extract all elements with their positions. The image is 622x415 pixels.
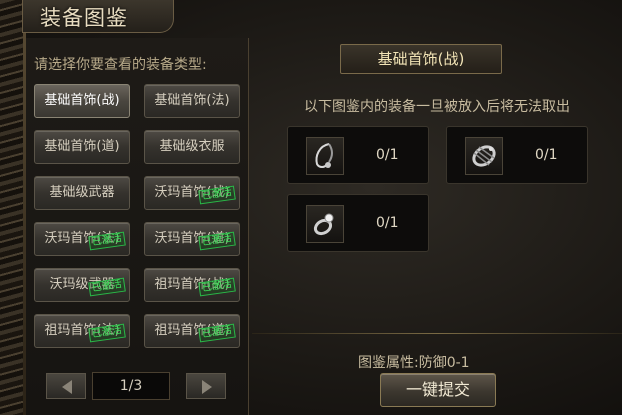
category-label: 基础首饰(法) bbox=[154, 93, 230, 108]
slot-count: 0/1 bbox=[376, 147, 399, 163]
equipment-slot[interactable]: 0/1 bbox=[287, 194, 429, 252]
submit-all-button[interactable]: 一键提交 bbox=[380, 373, 496, 407]
necklace-icon bbox=[306, 137, 344, 175]
category-button[interactable]: 祖玛首饰(战) 已激活 bbox=[144, 268, 240, 302]
codex-window: 装备图鉴 请选择你要查看的装备类型: 基础首饰(战) 基础首饰(法) 基础首饰(… bbox=[0, 0, 622, 415]
next-page-button[interactable] bbox=[186, 373, 226, 399]
divider bbox=[252, 333, 622, 334]
category-button[interactable]: 沃玛首饰(法) 已激活 bbox=[34, 222, 130, 256]
category-button[interactable]: 沃玛首饰(道) 已激活 bbox=[144, 222, 240, 256]
prev-page-button[interactable] bbox=[46, 373, 86, 399]
notice-text: 以下图鉴内的装备一旦被放入后将无法取出 bbox=[304, 99, 570, 115]
codex-attribute: 图鉴属性:防御0-1 bbox=[358, 355, 470, 371]
category-label: 基础首饰(道) bbox=[44, 139, 120, 154]
category-button[interactable]: 沃玛级武器 已激活 bbox=[34, 268, 130, 302]
slot-count: 0/1 bbox=[376, 215, 399, 231]
dragon-border-decoration bbox=[0, 0, 26, 415]
category-button[interactable]: 基础首饰(战) bbox=[34, 84, 130, 118]
category-button[interactable]: 基础首饰(道) bbox=[34, 130, 130, 164]
category-button[interactable]: 基础级武器 bbox=[34, 176, 130, 210]
bracelet-icon bbox=[465, 137, 503, 175]
category-button[interactable]: 沃玛首饰(战) 已激活 bbox=[144, 176, 240, 210]
category-button[interactable]: 基础首饰(法) bbox=[144, 84, 240, 118]
category-button[interactable]: 祖玛首饰(道) 已激活 bbox=[144, 314, 240, 348]
category-prompt: 请选择你要查看的装备类型: bbox=[34, 57, 207, 73]
category-label: 基础级衣服 bbox=[159, 139, 225, 154]
category-button[interactable]: 祖玛首饰(法) 已激活 bbox=[34, 314, 130, 348]
window-title: 装备图鉴 bbox=[40, 6, 128, 30]
category-label: 基础首饰(战) bbox=[44, 93, 120, 108]
arrow-left-icon bbox=[62, 380, 72, 394]
page-indicator: 1/3 bbox=[92, 372, 170, 400]
category-button[interactable]: 基础级衣服 bbox=[144, 130, 240, 164]
equipment-slot[interactable]: 0/1 bbox=[446, 126, 588, 184]
category-title: 基础首饰(战) bbox=[340, 44, 502, 74]
ring-icon bbox=[306, 205, 344, 243]
arrow-right-icon bbox=[202, 380, 212, 394]
slot-count: 0/1 bbox=[535, 147, 558, 163]
equipment-slot[interactable]: 0/1 bbox=[287, 126, 429, 184]
category-label: 基础级武器 bbox=[49, 185, 115, 200]
